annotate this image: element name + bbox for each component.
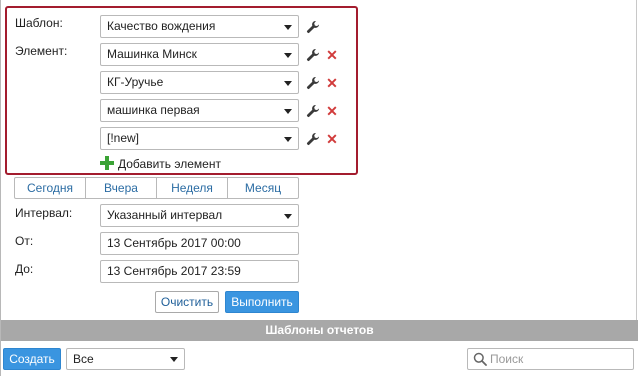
wrench-icon[interactable] (306, 76, 320, 90)
chevron-down-icon (284, 214, 292, 219)
element-label: Элемент: (15, 44, 68, 58)
element-select[interactable]: машинка первая (100, 99, 299, 122)
add-element-label: Добавить элемент (118, 157, 221, 171)
element-select[interactable]: КГ-Уручье (100, 71, 299, 94)
chevron-down-icon (284, 137, 292, 142)
wrench-icon[interactable] (306, 104, 320, 118)
chevron-down-icon (170, 357, 178, 362)
templates-section-title: Шаблоны отчетов (1, 320, 638, 341)
element-select[interactable]: [!new] (100, 127, 299, 150)
plus-icon (100, 156, 114, 170)
period-month-button[interactable]: Месяц (228, 178, 298, 198)
element-select-value: КГ-Уручье (107, 75, 164, 89)
create-button[interactable]: Создать (3, 348, 61, 370)
element-select-value: Машинка Минск (107, 47, 197, 61)
to-date-input[interactable]: 13 Сентябрь 2017 23:59 (100, 260, 299, 283)
chevron-down-icon (284, 81, 292, 86)
search-box (467, 348, 634, 370)
interval-select-value: Указанный интервал (107, 208, 223, 222)
period-today-button[interactable]: Сегодня (15, 178, 86, 198)
delete-icon[interactable]: ✕ (325, 48, 339, 62)
interval-select[interactable]: Указанный интервал (100, 204, 299, 227)
template-select-value: Качество вождения (107, 19, 216, 33)
run-button[interactable]: Выполнить (225, 291, 299, 313)
wrench-icon[interactable] (306, 48, 320, 62)
from-label: От: (15, 234, 34, 248)
wrench-icon[interactable] (306, 20, 320, 34)
period-week-button[interactable]: Неделя (157, 178, 228, 198)
to-label: До: (15, 262, 34, 276)
wrench-icon[interactable] (306, 132, 320, 146)
search-input[interactable] (490, 350, 630, 368)
clear-button[interactable]: Очистить (155, 291, 219, 313)
delete-icon[interactable]: ✕ (325, 104, 339, 118)
delete-icon[interactable]: ✕ (325, 76, 339, 90)
period-button-group: Сегодня Вчера Неделя Месяц (14, 177, 299, 199)
template-filter-value: Все (73, 352, 94, 366)
chevron-down-icon (284, 25, 292, 30)
period-yesterday-button[interactable]: Вчера (86, 178, 157, 198)
chevron-down-icon (284, 109, 292, 114)
template-label: Шаблон: (15, 16, 63, 30)
right-border (636, 0, 637, 320)
template-select[interactable]: Качество вождения (100, 15, 299, 38)
element-select-value: [!new] (107, 131, 140, 145)
delete-icon[interactable]: ✕ (325, 132, 339, 146)
search-icon (473, 352, 487, 366)
element-select-value: машинка первая (107, 103, 200, 117)
from-date-input[interactable]: 13 Сентябрь 2017 00:00 (100, 232, 299, 255)
template-filter-select[interactable]: Все (66, 348, 185, 370)
interval-label: Интервал: (15, 206, 73, 220)
element-select[interactable]: Машинка Минск (100, 43, 299, 66)
chevron-down-icon (284, 53, 292, 58)
